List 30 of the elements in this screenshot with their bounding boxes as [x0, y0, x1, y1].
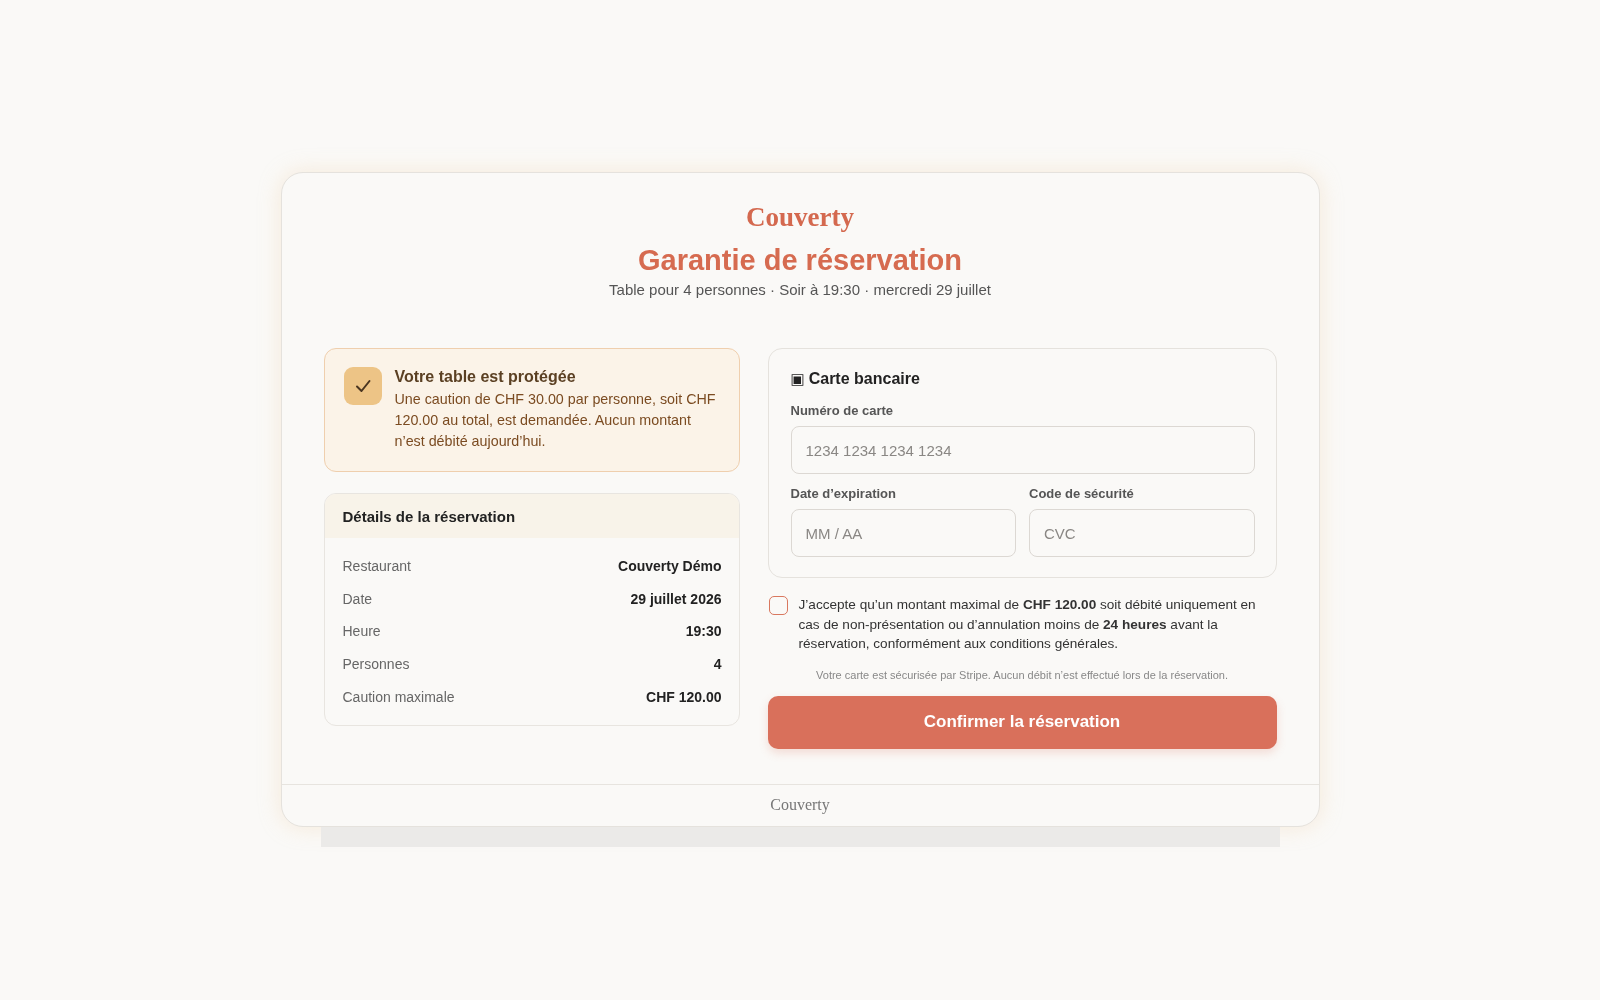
detail-label: Caution maximale [342, 688, 455, 705]
footer-brand: Couverty [770, 796, 830, 814]
security-note: Votre carte est sécurisée par Stripe. Aucun débit n’est effectué lors de la réservation. [816, 667, 1228, 682]
card-number-field[interactable]: 1234 1234 1234 1234 [790, 426, 1255, 474]
detail-label: Personnes [342, 656, 410, 673]
consent-checkbox[interactable] [768, 596, 788, 615]
reservation-summary: Table pour 4 personnes · Soir à 19:30 · mercredi 29 juillet [609, 280, 991, 300]
detail-label: Restaurant [342, 558, 411, 575]
detail-value: Couverty Démo [618, 558, 722, 575]
expiry-field[interactable]: MM / AA [790, 509, 1016, 557]
check-icon [343, 367, 382, 405]
page-title: Garantie de réservation [638, 243, 962, 277]
field-label: Code de sécurité [1029, 486, 1134, 502]
security-code-field[interactable]: CVC [1029, 509, 1255, 557]
details-title: Détails de la réservation [324, 494, 739, 538]
detail-value: 19:30 [685, 623, 722, 640]
detail-value: CHF 120.00 [646, 688, 722, 705]
consent-text: J’accepte qu’un montant maximal de CHF 120.00 soit débité uniquement en cas de non-présentation ou d’annulation moins de 24 heures avant la réservation, conformément aux conditions générales. [798, 596, 1257, 653]
notice-text: Une caution de CHF 30.00 par personne, soit CHF 120.00 au total, est demandée. Aucun montant n’est débité aujourd’hui. [394, 390, 717, 451]
brand-logo: Couverty [746, 202, 854, 233]
confirm-button[interactable]: Confirmer la réservation [767, 695, 1277, 749]
detail-label: Date [342, 590, 373, 607]
square-icon: ▣ [790, 370, 805, 388]
payment-title: Carte bancaire [808, 370, 920, 388]
detail-value: 4 [713, 656, 722, 673]
notice-title: Votre table est protégée [394, 367, 576, 387]
detail-value: 29 juillet 2026 [630, 590, 722, 607]
field-label: Numéro de carte [790, 403, 894, 419]
field-label: Date d’expiration [790, 486, 896, 502]
detail-label: Heure [342, 623, 381, 640]
